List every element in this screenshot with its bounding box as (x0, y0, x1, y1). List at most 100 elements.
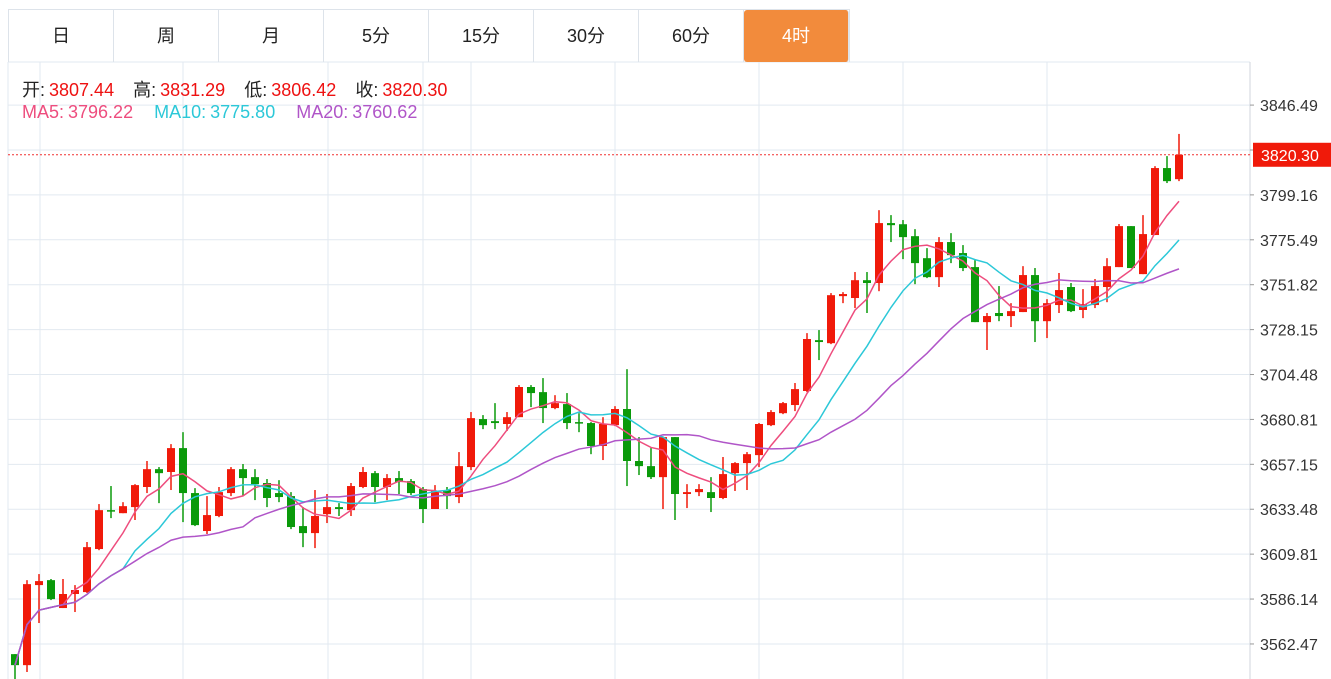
candle-down (491, 421, 499, 424)
candle-down (1067, 287, 1075, 312)
tab-4[interactable]: 15分 (429, 10, 534, 62)
y-tick-label: 3799.16 (1260, 188, 1318, 205)
high-label: 高: (133, 80, 157, 100)
candle-up (755, 424, 763, 456)
low-value: 3806.42 (271, 80, 337, 100)
candle-up (311, 516, 319, 534)
candle-down (563, 404, 571, 424)
candle-down (587, 423, 595, 447)
candle-up (35, 581, 43, 586)
candle-up (791, 389, 799, 406)
candle-up (743, 454, 751, 464)
candle-up (599, 424, 607, 447)
candle-down (1163, 168, 1171, 182)
candle-down (179, 448, 187, 494)
ma20-line (14, 268, 1180, 666)
open-value: 3807.44 (49, 80, 115, 100)
y-tick-label: 3562.47 (1260, 637, 1318, 654)
candle-up (767, 412, 775, 426)
candle-down (239, 469, 247, 479)
candle-up (839, 294, 847, 297)
candle-down (527, 387, 535, 394)
candle-up (611, 409, 619, 426)
candle-down (995, 313, 1003, 317)
tab-1[interactable]: 周 (114, 10, 219, 62)
candle-up (1175, 154, 1183, 180)
candle-up (719, 474, 727, 498)
ma5-value: 3796.22 (68, 102, 134, 122)
ma10-value: 3775.80 (210, 102, 276, 122)
candle-up (227, 469, 235, 494)
candle-up (851, 280, 859, 299)
tab-7[interactable]: 4时 (744, 10, 849, 62)
ma10-line (14, 239, 1180, 666)
close-value: 3820.30 (382, 80, 448, 100)
candle-up (143, 469, 151, 487)
candle-down (899, 224, 907, 238)
tab-3[interactable]: 5分 (324, 10, 429, 62)
low-label: 低: (244, 80, 268, 100)
candle-down (251, 477, 259, 485)
candle-up (1115, 226, 1123, 268)
y-tick-label: 3728.15 (1260, 323, 1318, 340)
y-tick-label: 3704.48 (1260, 368, 1318, 385)
candle-up (695, 489, 703, 493)
tab-6[interactable]: 60分 (639, 10, 744, 62)
candle-down (923, 258, 931, 278)
ma5-label: MA5: (22, 102, 65, 122)
candle-down (479, 419, 487, 426)
y-tick-label: 3609.81 (1260, 547, 1318, 564)
candle-up (467, 418, 475, 468)
candle-down (815, 340, 823, 343)
y-tick-label: 3751.82 (1260, 278, 1318, 295)
y-tick-label: 3633.48 (1260, 502, 1318, 519)
ma-legend: MA5: 3796.22 MA10: 3775.80 MA20: 3760.62 (22, 102, 421, 123)
ma5-line (14, 200, 1180, 666)
candle-down (647, 466, 655, 478)
candle-up (1103, 266, 1111, 288)
tab-2[interactable]: 月 (219, 10, 324, 62)
candle-up (1139, 234, 1147, 275)
tab-0[interactable]: 日 (9, 10, 114, 62)
open-label: 开: (22, 80, 46, 100)
y-tick-label: 3586.14 (1260, 592, 1318, 609)
candle-up (131, 485, 139, 508)
candle-up (203, 515, 211, 532)
candle-up (551, 403, 559, 409)
candle-up (359, 472, 367, 487)
candle-up (431, 490, 439, 510)
y-tick-label: 3680.81 (1260, 412, 1318, 429)
candle-down (371, 473, 379, 487)
candle-down (707, 492, 715, 498)
candle-up (95, 510, 103, 550)
ma20-label: MA20: (296, 102, 349, 122)
ma20-value: 3760.62 (352, 102, 418, 122)
candle-down (47, 580, 55, 600)
candle-down (287, 496, 295, 528)
y-tick-label: 3775.49 (1260, 233, 1318, 250)
candle-up (83, 547, 91, 593)
candle-up (827, 295, 835, 344)
ma10-label: MA10: (154, 102, 207, 122)
last-price-label: 3820.30 (1261, 148, 1319, 165)
candle-down (1031, 275, 1039, 322)
candle-up (323, 507, 331, 515)
candle-down (911, 236, 919, 264)
candle-up (779, 403, 787, 414)
candle-up (167, 448, 175, 473)
candle-up (983, 316, 991, 323)
period-tabs: 日周月 5分 15分 30分 60分 4时 (8, 9, 850, 62)
candle-up (1019, 275, 1027, 313)
candle-down (575, 422, 583, 424)
candle-up (503, 417, 511, 425)
y-tick-label: 3846.49 (1260, 98, 1318, 115)
close-label: 收: (355, 80, 379, 100)
candle-up (1007, 311, 1015, 317)
candle-up (659, 437, 667, 478)
candle-up (683, 492, 691, 495)
candle-down (1127, 226, 1135, 269)
y-tick-label: 3657.15 (1260, 457, 1318, 474)
tab-5[interactable]: 30分 (534, 10, 639, 62)
candle-down (107, 510, 115, 512)
candle-down (299, 526, 307, 534)
